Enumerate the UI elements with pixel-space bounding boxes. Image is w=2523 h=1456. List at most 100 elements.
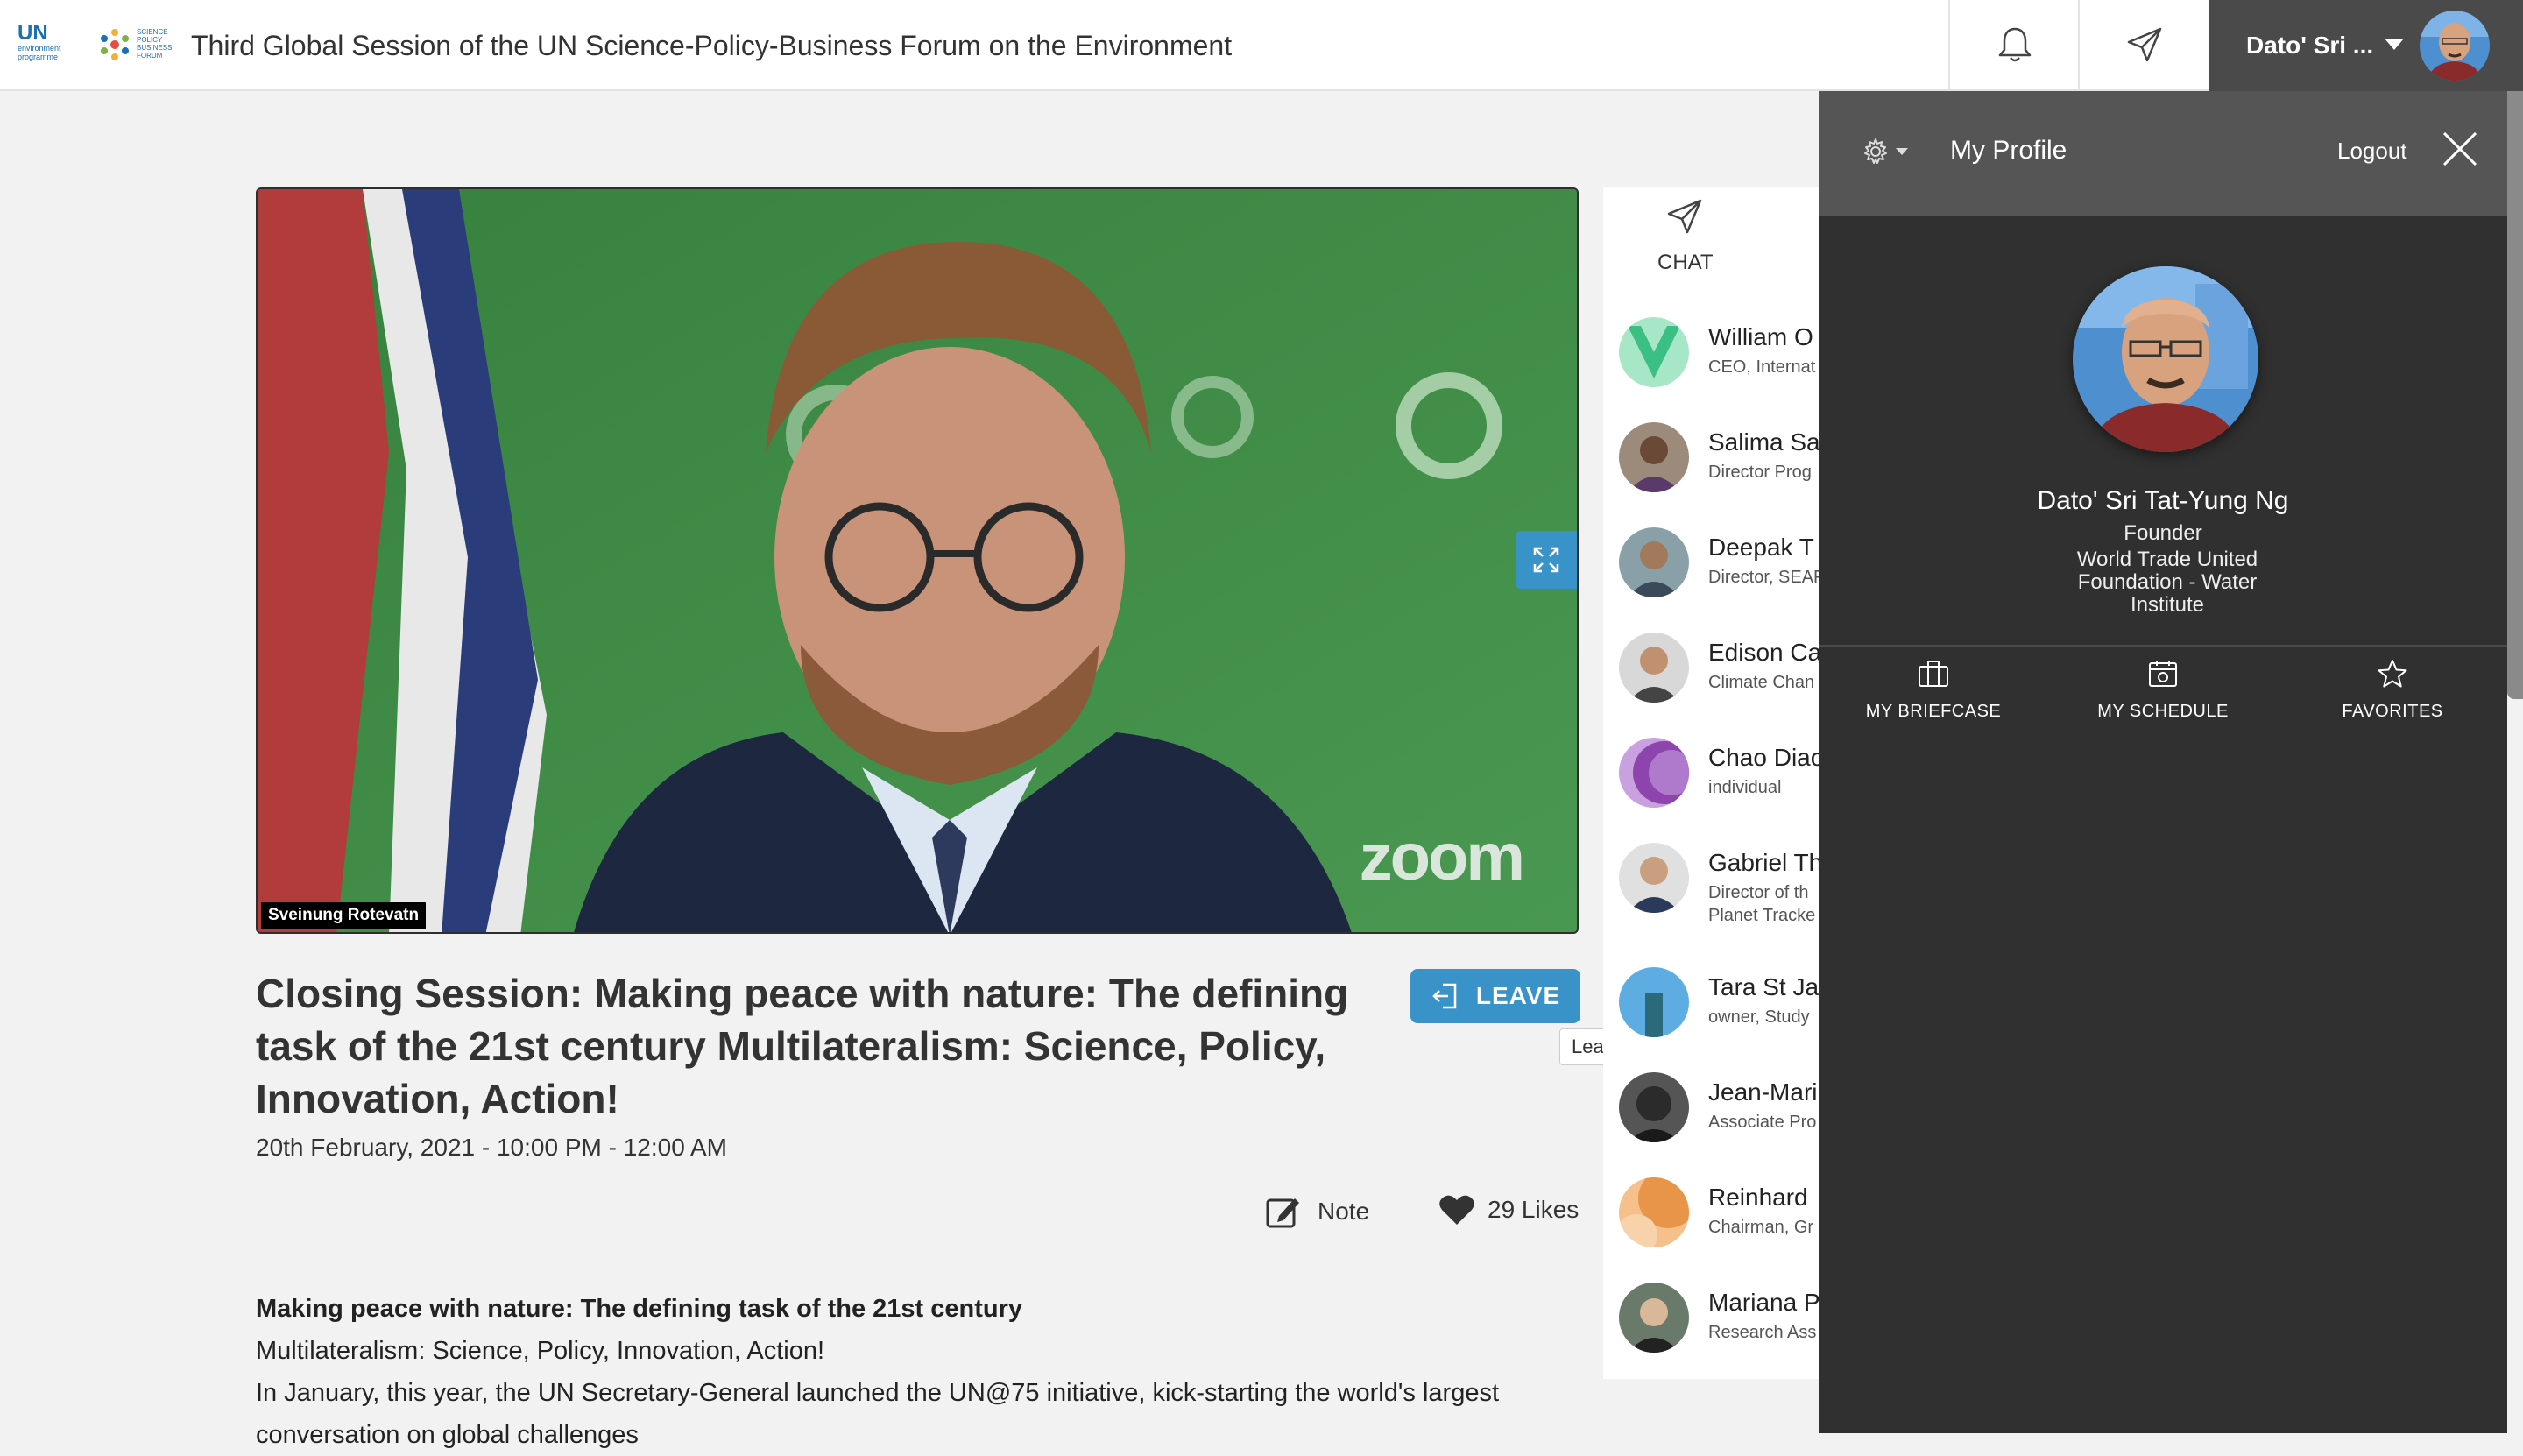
favorites-button[interactable]: FAVORITES [2278,659,2507,722]
profile-organization: World Trade United Foundation - Water In… [2076,548,2258,617]
forum-logo-icon [101,29,129,60]
attendee-avatar [1619,738,1689,808]
profile-panel-header: My Profile Logout [1819,91,2507,216]
event-title: Third Global Session of the UN Science-P… [191,30,1233,61]
description-line: conversation on global challenges [256,1421,639,1449]
description-line: In January, this year, the UN Secretary-… [256,1379,1500,1407]
profile-panel-title: My Profile [1950,136,2067,165]
forum-logo-text: SCIENCE POLICY BUSINESS FORUM [137,28,173,60]
likes-count: 29 Likes [1488,1196,1580,1223]
attendee-role: Research Ass [1708,1323,1817,1342]
attendee-list: William O CEO, Internat Salima Sa Direct… [1603,317,1822,1379]
session-title: Closing Session: Making peace with natur… [256,971,1349,1121]
tab-chat[interactable]: CHAT [1603,187,1822,294]
attendee-role: CEO, Internat [1708,357,1816,377]
attendee-name: William O [1708,323,1813,350]
attendee-avatar [1619,422,1689,492]
session-video[interactable]: zoom Sveinung Rotevatn [256,187,1579,934]
attendee-name: Jean-Mari [1708,1078,1818,1106]
my-briefcase-label: MY BRIEFCASE [1865,702,2002,721]
edit-note-icon [1266,1198,1299,1228]
speaker-name-tag: Sveinung Rotevatn [261,902,427,929]
send-icon [2127,27,2162,62]
my-schedule-button[interactable]: MY SCHEDULE [2048,659,2278,722]
un-logo-text: UN [18,21,48,45]
attendee-avatar [1619,1177,1689,1247]
attendee-item[interactable]: Tara St Ja owner, Study [1603,967,1822,1072]
attendee-name: Salima Sa [1708,428,1820,456]
profile-name: Dato' Sri Tat-Yung Ng [2037,486,2289,515]
profile-panel: My Profile Logout Dato' Sri Tat-Yung Ng … [1819,91,2507,1433]
gear-icon [1864,138,1887,164]
profile-role: Founder [2124,521,2202,545]
briefcase-icon [1919,661,1948,687]
close-icon [2442,131,2477,166]
star-icon [2378,660,2407,688]
close-panel-button[interactable] [2441,130,2479,173]
attendee-avatar [1619,1072,1689,1142]
top-header: UN environment programme SCIENCE POLICY … [0,0,2523,91]
session-description: Making peace with nature: The defining t… [256,1288,1587,1456]
profile-avatar [2073,266,2258,452]
exit-icon [1432,983,1457,1009]
attendee-role: Planet Tracke [1708,906,1816,925]
attendee-avatar [1619,527,1689,597]
un-environment-logo[interactable]: UN environment programme [18,23,75,68]
attendee-role: owner, Study [1708,1007,1810,1027]
messages-button[interactable] [2078,0,2209,89]
profile-actions: MY BRIEFCASE MY SCHEDULE FAVORITES [1819,659,2507,743]
attendee-name: Gabriel Th [1708,849,1822,876]
user-avatar[interactable] [2420,11,2490,81]
description-line: Multilateralism: Science, Policy, Innova… [256,1337,825,1365]
like-button[interactable]: 29 Likes [1438,1193,1579,1226]
attendee-name: Tara St Ja [1708,973,1820,1000]
attendee-item[interactable]: Chao Diao individual [1603,738,1822,843]
attendee-item[interactable]: Deepak T Director, SEAF [1603,527,1822,633]
zoom-watermark: zoom [1359,820,1525,894]
divider [1819,645,2507,647]
settings-menu[interactable] [1861,137,1908,166]
logout-link[interactable]: Logout [2337,135,2407,166]
attendee-item[interactable]: Jean-Mari Associate Pro [1603,1072,1822,1177]
attendee-item[interactable]: Salima Sa Director Prog [1603,422,1822,527]
heart-icon [1439,1195,1474,1225]
note-button[interactable]: Note [1265,1193,1369,1230]
attendee-role: Director, SEAF [1708,568,1822,587]
attendee-item[interactable]: Reinhard Chairman, Gr [1603,1177,1822,1283]
chat-tab-label: CHAT [1657,251,1714,274]
user-name: Dato' Sri ... [2246,32,2374,59]
expand-icon [1533,547,1559,573]
send-icon [1667,199,1702,234]
attendee-name: Edison Ca [1708,639,1822,666]
attendee-item[interactable]: Mariana P Research Ass [1603,1283,1822,1379]
attendee-name: Reinhard [1708,1184,1808,1211]
fullscreen-button[interactable] [1516,531,1577,589]
attendee-avatar [1619,1283,1689,1353]
favorites-label: FAVORITES [2342,702,2443,721]
attendee-avatar [1619,843,1689,913]
notifications-button[interactable] [1948,0,2080,89]
calendar-icon [2149,661,2177,687]
attendee-avatar [1619,317,1689,387]
forum-logo[interactable]: SCIENCE POLICY BUSINESS FORUM [98,25,177,65]
attendee-item[interactable]: William O CEO, Internat [1603,317,1822,422]
attendee-avatar [1619,967,1689,1037]
attendee-avatar [1619,633,1689,703]
user-menu[interactable]: Dato' Sri ... [2209,0,2523,91]
leave-button[interactable]: LEAVE [1410,969,1580,1023]
description-heading: Making peace with nature: The defining t… [256,1295,1022,1323]
un-logo-subtitle: environment programme [18,44,61,61]
chevron-down-icon [1896,148,1908,155]
attendee-role: Chairman, Gr [1708,1218,1814,1237]
page-scrollbar[interactable] [2507,91,2523,699]
chevron-down-icon[interactable] [2385,39,2404,50]
attendee-role: Associate Pro [1708,1113,1817,1132]
my-briefcase-button[interactable]: MY BRIEFCASE [1819,659,2048,722]
attendee-item[interactable]: Edison Ca Climate Chan [1603,633,1822,738]
attendee-role: Climate Chan [1708,673,1815,692]
bell-icon [1998,27,2032,62]
note-label: Note [1318,1198,1370,1225]
attendee-item[interactable]: Gabriel Th Director of th Planet Tracke [1603,843,1822,948]
attendee-name: Chao Diao [1708,744,1822,771]
attendee-name: Mariana P [1708,1289,1820,1316]
